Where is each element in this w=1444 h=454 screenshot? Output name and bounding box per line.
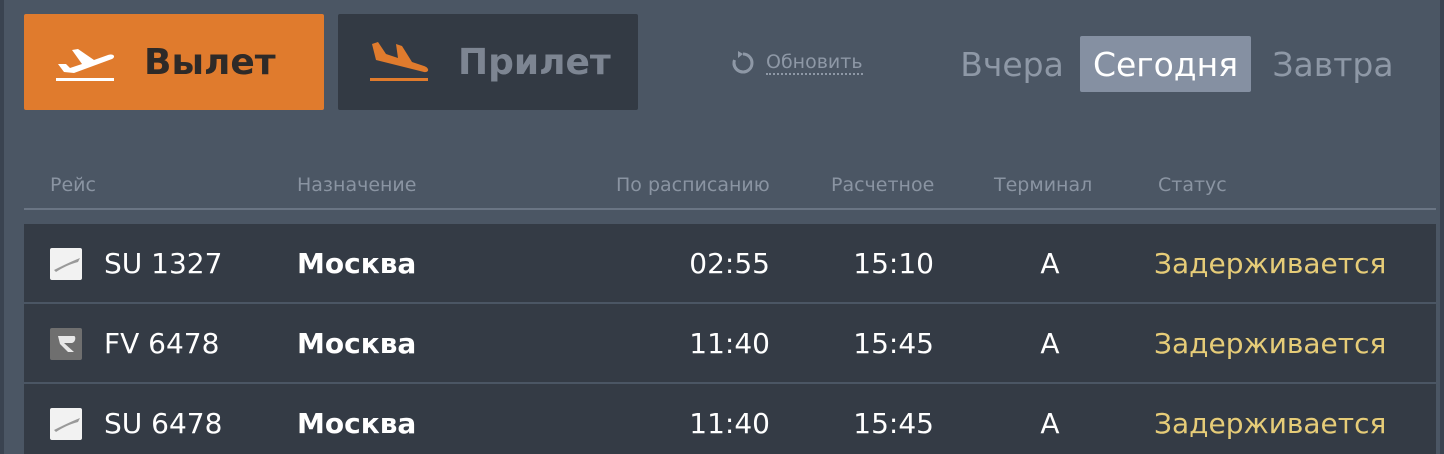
header-status: Статус — [1158, 174, 1227, 196]
day-tomorrow[interactable]: Завтра — [1258, 36, 1408, 92]
flight-number: SU 6478 — [104, 406, 223, 440]
refresh-icon — [732, 51, 754, 74]
flight-number: SU 1327 — [104, 246, 223, 280]
destination: Москва — [297, 326, 417, 360]
su-logo-icon — [50, 248, 82, 280]
flight-number: FV 6478 — [104, 326, 220, 360]
header-destination: Назначение — [297, 174, 417, 196]
terminal: A — [1040, 246, 1060, 280]
refresh-button[interactable]: Обновить — [730, 50, 863, 76]
refresh-label: Обновить — [766, 51, 863, 75]
table-row[interactable]: SU 6478 Москва 11:40 15:45 A Задерживает… — [24, 384, 1436, 454]
table-header: Рейс Назначение По расписанию Расчетное … — [24, 170, 1436, 210]
destination: Москва — [297, 246, 417, 280]
day-yesterday[interactable]: Вчера — [936, 36, 1088, 92]
plane-landing-icon — [370, 42, 429, 81]
header-flight: Рейс — [50, 174, 96, 196]
fv-logo-icon — [50, 328, 82, 360]
departure-tab[interactable]: Вылет — [24, 14, 324, 110]
status-badge: Задерживается — [1154, 246, 1387, 280]
flight-table-body: SU 1327 Москва 02:55 15:10 A Задерживает… — [24, 224, 1436, 454]
scheduled-time: 11:40 — [689, 406, 770, 440]
status-badge: Задерживается — [1154, 326, 1387, 360]
header-terminal: Терминал — [994, 174, 1093, 196]
estimated-time: 15:45 — [853, 406, 934, 440]
plane-takeoff-icon — [56, 49, 115, 81]
estimated-time: 15:10 — [853, 246, 934, 280]
arrival-tab[interactable]: Прилет — [338, 14, 638, 110]
terminal: A — [1040, 326, 1060, 360]
flight-board: Вылет Прилет Обновить Вчера Сегодня Завт… — [0, 0, 1444, 454]
status-badge: Задерживается — [1154, 406, 1387, 440]
estimated-time: 15:45 — [853, 326, 934, 360]
scheduled-time: 02:55 — [689, 246, 770, 280]
table-row[interactable]: SU 1327 Москва 02:55 15:10 A Задерживает… — [24, 224, 1436, 302]
destination: Москва — [297, 406, 417, 440]
day-today[interactable]: Сегодня — [1080, 36, 1251, 92]
table-row[interactable]: FV 6478 Москва 11:40 15:45 A Задерживает… — [24, 304, 1436, 382]
terminal: A — [1040, 406, 1060, 440]
su-logo-icon — [50, 408, 82, 440]
departure-tab-label: Вылет — [144, 41, 276, 83]
header-estimated: Расчетное — [831, 174, 935, 196]
arrival-tab-label: Прилет — [458, 41, 611, 83]
board-toolbar: Вылет Прилет Обновить Вчера Сегодня Завт… — [24, 14, 1428, 110]
header-scheduled: По расписанию — [616, 174, 770, 196]
scheduled-time: 11:40 — [689, 326, 770, 360]
